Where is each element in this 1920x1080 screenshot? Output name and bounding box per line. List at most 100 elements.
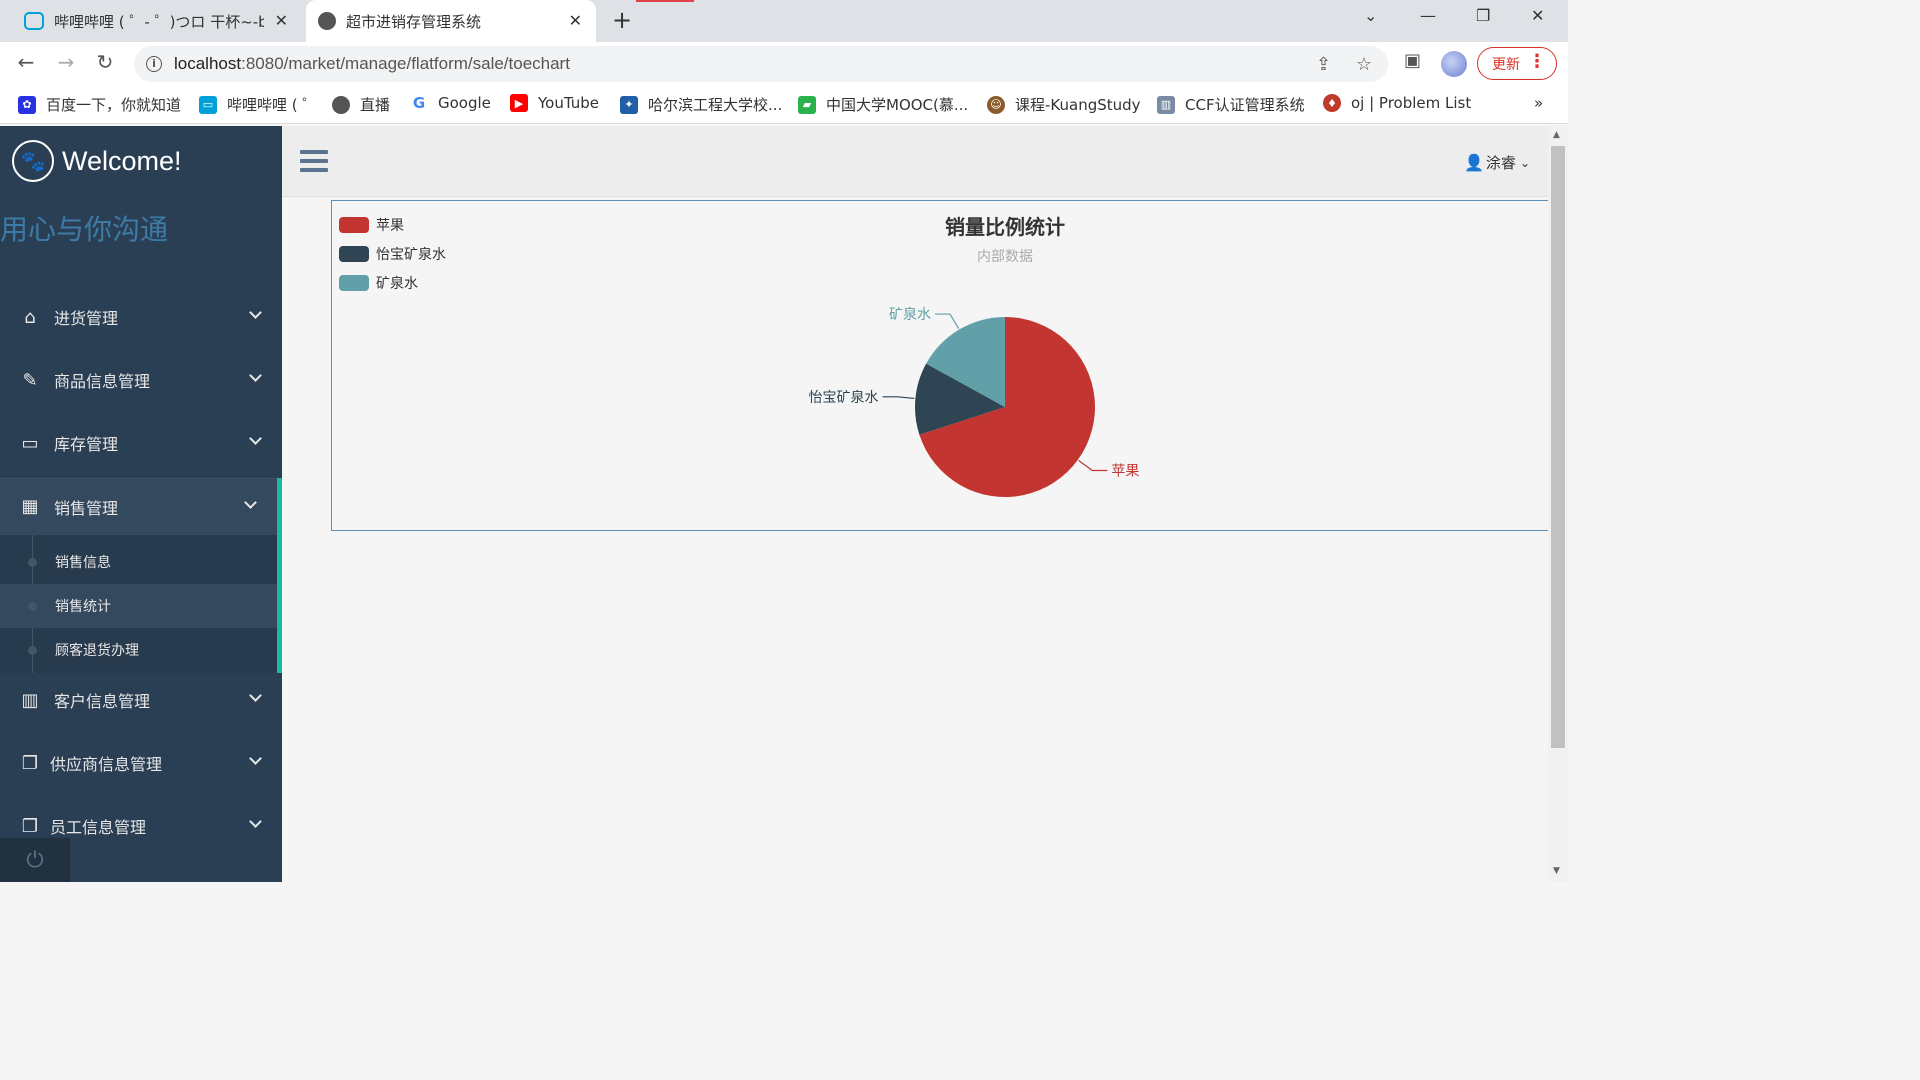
share-icon[interactable]: ⇪ (1316, 54, 1331, 75)
table-icon: ▦ (21, 496, 39, 517)
close-icon[interactable]: ✕ (569, 11, 582, 30)
bookmark-label: CCF认证管理系统 (1185, 96, 1305, 114)
globe-icon (318, 12, 336, 30)
chart-subtitle: 内部数据 (977, 249, 1033, 265)
home-icon: ⌂ (24, 306, 36, 328)
restore-icon[interactable]: ❐ (1476, 6, 1490, 25)
globe-icon (332, 95, 350, 114)
legend-swatch[interactable] (339, 275, 369, 291)
bookmark-google[interactable]: G Google (410, 94, 491, 112)
user-icon: 👤 (1464, 153, 1484, 172)
chevron-down-icon (249, 815, 262, 828)
submenu-item-sales-info[interactable]: 销售信息 (0, 540, 277, 584)
more-bookmarks-button[interactable]: » (1534, 94, 1543, 112)
legend-swatch[interactable] (339, 217, 369, 233)
menu-label: 客户信息管理 (54, 692, 151, 711)
bookmark-bilibili[interactable]: ▭ 哔哩哔哩 ( ゜ (199, 94, 317, 115)
google-icon: G (410, 94, 428, 112)
scroll-down-icon[interactable]: ▼ (1553, 866, 1560, 876)
page-scrollbar[interactable]: ▲ ▼ (1548, 126, 1568, 882)
mooc-icon: ▰ (798, 95, 816, 114)
sidebar: 🐾 Welcome! 用心与你沟通 ⌂ 进货管理 ✎ 商品信息管理 ▭ 库存管理… (0, 126, 282, 882)
submenu-item-returns[interactable]: 顾客退货办理 (0, 628, 277, 672)
bookmarks-bar: ✿ 百度一下，你就知道 ▭ 哔哩哔哩 ( ゜ 直播 G Google ▶ YouTube… (0, 86, 1568, 124)
tab-title: 超市进销存管理系统 (346, 12, 482, 31)
bookmark-baidu[interactable]: ✿ 百度一下，你就知道 (18, 94, 181, 115)
tab-search-icon[interactable]: ⌄ (1364, 6, 1377, 25)
bookmark-oj[interactable]: ♦ oj | Problem List (1323, 94, 1471, 112)
legend-label[interactable]: 怡宝矿泉水 (376, 246, 446, 263)
update-label: 更新 (1492, 56, 1520, 73)
bookmark-live[interactable]: 直播 (332, 94, 390, 115)
scroll-thumb[interactable] (1551, 146, 1565, 748)
user-menu[interactable]: 👤 涂睿 ⌄ (1464, 152, 1530, 173)
edit-icon: ✎ (22, 369, 38, 391)
bookmark-heu[interactable]: ✦ 哈尔滨工程大学校... (620, 94, 782, 115)
brand[interactable]: 🐾 Welcome! (12, 140, 182, 182)
legend-label[interactable]: 苹果 (376, 218, 404, 234)
menu-item-customers[interactable]: ▥ 客户信息管理 (0, 669, 282, 731)
more-label: » (1534, 94, 1544, 112)
label-leader-line (1078, 460, 1108, 472)
chart-panel: 苹果 怡宝矿泉水 矿泉水 销量比例统计 内部数据 苹果 怡宝矿泉水 矿泉水 (331, 200, 1548, 531)
menu-toggle-icon[interactable] (300, 150, 328, 177)
submenu-item-sales-stats[interactable]: 销售统计 (0, 584, 277, 628)
minimize-icon[interactable]: — (1420, 6, 1436, 25)
forward-icon[interactable]: → (52, 50, 80, 74)
menu-item-products[interactable]: ✎ 商品信息管理 (0, 349, 282, 411)
menu-item-purchase[interactable]: ⌂ 进货管理 (0, 286, 282, 348)
bookmark-ccf[interactable]: ▥ CCF认证管理系统 (1157, 94, 1305, 115)
chevron-down-icon (249, 432, 262, 445)
menu-item-sales[interactable]: ▦ 销售管理 (0, 478, 282, 535)
window-close-icon[interactable]: ✕ (1531, 6, 1544, 25)
legend-swatch[interactable] (339, 246, 369, 262)
ccf-icon: ▥ (1157, 95, 1175, 114)
bookmark-kuangstudy[interactable]: ☺ 课程-KuangStudy (987, 94, 1141, 115)
browser-toolbar: ← → ↻ i localhost:8080/market/manage/fla… (0, 42, 1568, 86)
bookmark-label: 哔哩哔哩 ( ゜ (227, 96, 318, 114)
chevron-down-icon (249, 369, 262, 382)
profile-avatar[interactable] (1441, 51, 1467, 77)
new-tab-button[interactable]: + (612, 6, 632, 34)
clone-icon: ❐ (21, 752, 39, 774)
close-icon[interactable]: ✕ (275, 11, 288, 30)
top-nav: 👤 涂睿 ⌄ (282, 126, 1548, 197)
desktop-icon: ▭ (21, 432, 39, 454)
menu-item-suppliers[interactable]: ❐ 供应商信息管理 (0, 732, 282, 794)
menu-label: 进货管理 (54, 309, 119, 328)
update-button[interactable]: 更新 ⋮ (1477, 47, 1557, 80)
scroll-up-icon[interactable]: ▲ (1553, 130, 1560, 140)
tab-loading-indicator (636, 0, 694, 2)
menu-item-inventory[interactable]: ▭ 库存管理 (0, 412, 282, 474)
menu-label: 供应商信息管理 (50, 755, 163, 774)
tab-market-system[interactable]: 超市进销存管理系统 ✕ (306, 0, 596, 42)
bookmark-label: 课程-KuangStudy (1015, 96, 1141, 114)
bookmark-star-icon[interactable]: ☆ (1356, 54, 1372, 75)
chevron-down-icon: ⌄ (1519, 155, 1530, 170)
side-panel-icon[interactable]: ▣ (1404, 50, 1421, 71)
bullet-icon (28, 645, 37, 655)
kuang-icon: ☺ (987, 95, 1005, 114)
menu-label: 员工信息管理 (50, 818, 147, 837)
menu-dots-icon: ⋮ (1528, 51, 1546, 72)
bookmark-youtube[interactable]: ▶ YouTube (510, 94, 599, 112)
logout-button[interactable]: ⏻ (0, 838, 70, 882)
baidu-icon: ✿ (18, 95, 36, 114)
tab-bilibili[interactable]: 哔哩哔哩 ( ゜- ゜)つロ 干杯~-bilibili ✕ (10, 0, 302, 42)
label-leader-line (882, 396, 915, 400)
slice-label: 怡宝矿泉水 (808, 389, 878, 406)
bullet-icon (28, 601, 37, 611)
legend-label[interactable]: 矿泉水 (376, 275, 418, 292)
bookmark-label: 百度一下，你就知道 (46, 96, 182, 114)
site-info-icon[interactable]: i (146, 56, 162, 72)
reload-icon[interactable]: ↻ (91, 50, 119, 74)
submenu-label: 销售信息 (55, 555, 111, 571)
address-bar[interactable]: i localhost:8080/market/manage/flatform/… (134, 46, 1388, 82)
back-icon[interactable]: ← (12, 50, 40, 74)
bullet-icon (28, 557, 37, 567)
slogan: 用心与你沟通 (0, 213, 169, 246)
bookmark-mooc[interactable]: ▰ 中国大学MOOC(慕... (798, 94, 968, 115)
brand-title: Welcome! (62, 145, 182, 176)
menu-label: 库存管理 (54, 435, 119, 454)
power-icon: ⏻ (26, 847, 44, 873)
